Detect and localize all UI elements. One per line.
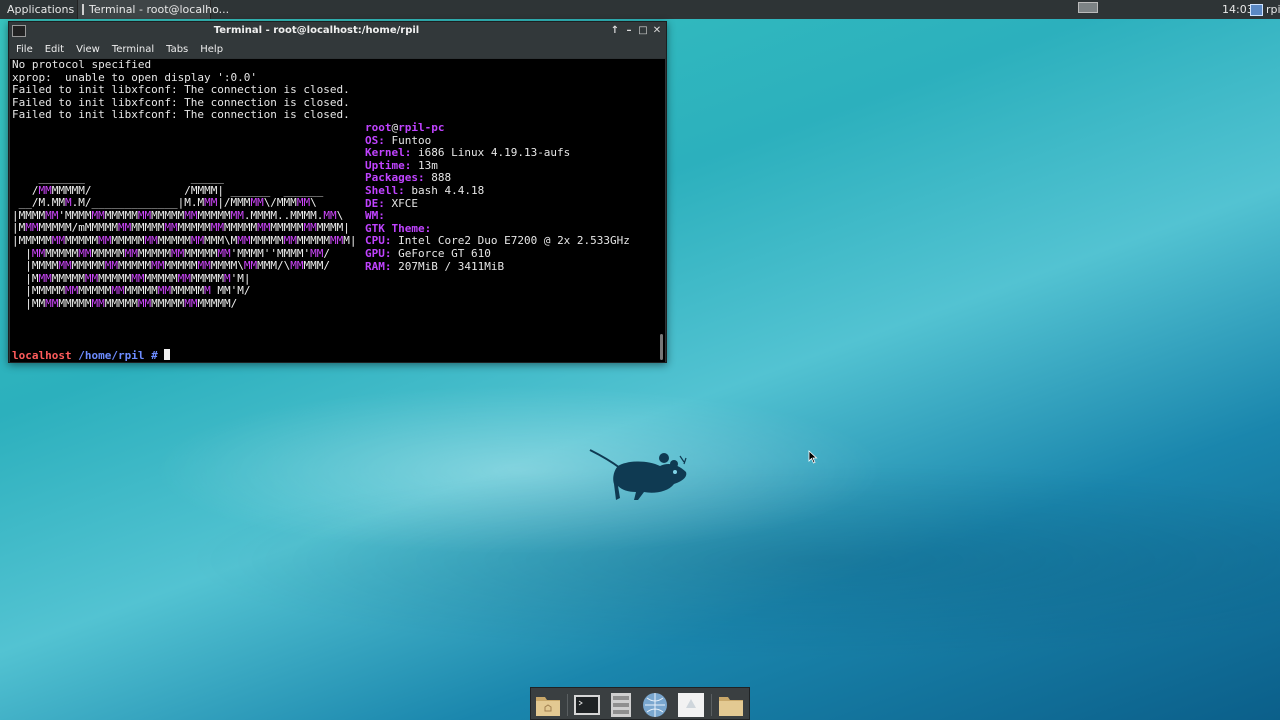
shade-button[interactable]: ↑ [609, 24, 621, 37]
ascii-art-line: |MMMMMMMMMMMMMMMMMMMMMMMMMMMMMM'MMMM''MM… [12, 246, 330, 260]
ascii-art-line: __/M.MMM.M/_____________|M.MMM|/MMMMM\/M… [12, 196, 317, 210]
terminal-output[interactable]: No protocol specified xprop: unable to o… [10, 59, 665, 362]
info-value: 207MiB / 3411MiB [391, 259, 505, 273]
minimize-button[interactable]: – [623, 24, 635, 37]
info-value: bash 4.4.18 [404, 184, 485, 197]
user-icon [1250, 3, 1263, 16]
user-label: rpil [1266, 3, 1280, 16]
window-title: Terminal - root@localhost:/home/rpil [213, 25, 420, 36]
window-titlebar[interactable]: Terminal - root@localhost:/home/rpil ↑ –… [9, 22, 666, 40]
prompt-symbol: # [151, 349, 158, 362]
info-value: GeForce GT 610 [391, 247, 491, 260]
taskbar-item-terminal[interactable]: Terminal - root@localho... [77, 0, 229, 19]
info-label: CPU: [365, 234, 392, 248]
terminal-scrollbar[interactable] [660, 334, 663, 360]
ascii-art-line: |MMMMMMMM/mMMMMMMMMMMMMMMMMMMMMMMMMMMMMM… [12, 221, 350, 235]
info-label: RAM: [365, 259, 392, 273]
info-value: Funtoo [384, 133, 432, 147]
web-browser-icon[interactable] [641, 692, 669, 718]
menubar: File Edit View Terminal Tabs Help [9, 40, 666, 58]
info-label: Shell: [365, 184, 405, 197]
info-user: root [365, 121, 392, 134]
ascii-art-line: |MMMMMMMMMMMMMMMMMMMMMMMMMMMMMMM\MMMMMMM… [12, 233, 357, 247]
info-host: rpil-pc [398, 121, 445, 134]
prompt-path: /home/rpil [78, 349, 145, 362]
close-button[interactable]: ✕ [651, 24, 663, 37]
app-finder-icon[interactable] [677, 692, 705, 718]
prompt-host: localhost [12, 349, 72, 362]
dock-separator [567, 694, 568, 716]
workspace-switcher[interactable] [1078, 2, 1098, 13]
terminal-icon[interactable] [573, 692, 601, 718]
menu-edit[interactable]: Edit [39, 44, 70, 55]
info-label: OS: [365, 133, 385, 147]
text-cursor [164, 349, 171, 360]
info-row-ram: RAM: 207MiB / 3411MiB [365, 259, 505, 274]
mouse-pointer-icon [808, 450, 818, 464]
shell-prompt[interactable]: localhost /home/rpil # [12, 349, 171, 362]
ascii-art-line: |MMMMMM'MMMMMMMMMMMMMMMMMMMMMMMMMMM.MMMM… [12, 208, 344, 222]
user-menu-button[interactable]: rpil [1250, 0, 1280, 19]
terminal-line: Failed to init libxfconf: The connection… [12, 108, 350, 122]
applications-label: Applications [7, 3, 75, 16]
menu-terminal[interactable]: Terminal [106, 44, 160, 55]
clock[interactable]: 14:03 [1222, 0, 1254, 19]
terminal-icon [82, 4, 84, 15]
top-panel: Applications Terminal - root@localho... … [0, 0, 1280, 19]
info-value: 13m [411, 158, 438, 172]
info-label: Kernel: [365, 146, 412, 160]
ascii-art-line: /MMMMMMM/ /MMMM| ______ ______ [12, 183, 324, 197]
ascii-art-line: |MMMMMMMMMMMMMMMMMMMMMMMMMMMMMM/ [12, 296, 238, 310]
info-label: Packages: [365, 171, 425, 185]
folder-icon[interactable] [717, 692, 745, 718]
menu-help[interactable]: Help [194, 44, 229, 55]
menu-file[interactable]: File [9, 44, 39, 55]
info-value: XFCE [384, 196, 418, 210]
maximize-button[interactable]: □ [637, 24, 649, 37]
applications-menu-button[interactable]: Applications [0, 0, 77, 19]
ascii-art-line: |MMMMMMMMMMMMMMMMMMMMMMMMMMMMMMM\MMMMM/\… [12, 259, 330, 273]
funtoo-ascii-logo: _______ _____ /MMMMMMM/ /MMMM| ______ __… [12, 171, 357, 311]
info-value: Intel Core2 Duo E7200 @ 2x 2.533GHz [391, 234, 630, 248]
info-label: DE: [365, 196, 385, 210]
menu-tabs[interactable]: Tabs [160, 44, 194, 55]
info-label: WM: [365, 209, 385, 223]
terminal-line: No protocol specified [12, 59, 152, 71]
info-label: Uptime: [365, 158, 412, 172]
file-manager-icon[interactable] [607, 692, 635, 718]
home-folder-icon[interactable] [534, 692, 562, 718]
xfce-mouse-logo [589, 449, 687, 500]
ascii-art-line: _______ _____ [38, 171, 224, 184]
ascii-art-line: |MMMMMMMMMMMMMMMMMMMMMMMMMMMMMM'M| [12, 271, 251, 285]
info-label: GPU: [365, 247, 392, 260]
dock-separator [711, 694, 712, 716]
taskbar-item-label: Terminal - root@localho... [89, 3, 230, 16]
terminal-window[interactable]: Terminal - root@localhost:/home/rpil ↑ –… [8, 21, 667, 363]
menu-view[interactable]: View [70, 44, 106, 55]
info-value: 888 [424, 171, 452, 185]
terminal-line: Failed to init libxfconf: The connection… [12, 83, 350, 97]
dock-panel [530, 687, 750, 720]
info-value: i686 Linux 4.19.13-aufs [411, 146, 571, 160]
ascii-art-line: |MMMMMMMMMMMMMMMMMMMMMMMMMMM MM'M/ [12, 284, 251, 298]
info-label: GTK Theme: [365, 221, 432, 235]
